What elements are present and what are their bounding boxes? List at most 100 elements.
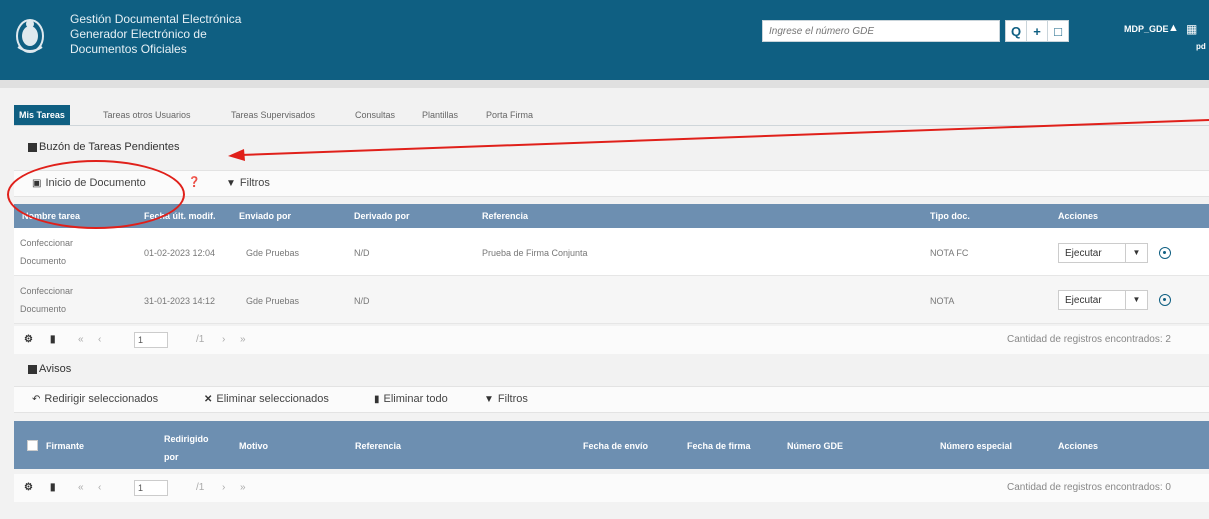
collapse-icon bbox=[28, 142, 37, 152]
col-redirigido-por[interactable]: Redirigido por bbox=[164, 430, 209, 466]
col-tipo-doc[interactable]: Tipo doc. bbox=[930, 211, 970, 221]
app-title-line-1: Gestión Documental Electrónica bbox=[70, 12, 242, 26]
header-separator bbox=[0, 80, 1209, 88]
document-button[interactable]: □ bbox=[1047, 20, 1069, 42]
records-count: Cantidad de registros encontrados: 0 bbox=[1007, 482, 1171, 493]
tasks-filter-label: Filtros bbox=[239, 177, 270, 189]
action-select-value: Ejecutar bbox=[1065, 248, 1102, 259]
user-icon[interactable]: ▲ bbox=[1168, 22, 1179, 34]
tab-tareas-supervisados[interactable]: Tareas Supervisados bbox=[231, 105, 315, 125]
tasks-table-header: Nombre tarea Fecha últ. modif. Enviado p… bbox=[14, 204, 1209, 228]
settings-gear-icon[interactable]: ⚙ bbox=[24, 334, 33, 345]
avisos-filter-label: Filtros bbox=[497, 393, 528, 405]
col-redirigido-line-1: Redirigido bbox=[164, 434, 209, 444]
table-row: Confeccionar Documento 01-02-2023 12:04 … bbox=[14, 228, 1209, 276]
app-title: Gestión Documental Electrónica Generador… bbox=[70, 12, 241, 57]
first-page-icon[interactable]: « bbox=[78, 482, 84, 493]
total-pages: /1 bbox=[196, 334, 205, 345]
col-firmante[interactable]: Firmante bbox=[46, 441, 84, 451]
last-page-icon[interactable]: » bbox=[240, 334, 246, 345]
trash-icon: ▮ bbox=[374, 393, 380, 405]
next-page-icon[interactable]: › bbox=[222, 334, 225, 345]
avisos-section-toggle[interactable]: Avisos bbox=[28, 363, 71, 375]
prev-page-icon[interactable]: ‹ bbox=[98, 482, 101, 493]
col-fecha-firma[interactable]: Fecha de firma bbox=[687, 441, 751, 451]
avisos-filter-button[interactable]: ▼ Filtros bbox=[484, 393, 528, 405]
col-referencia[interactable]: Referencia bbox=[482, 211, 528, 221]
task-derivado: N/D bbox=[354, 248, 370, 258]
add-button[interactable]: + bbox=[1026, 20, 1048, 42]
task-doc-type: NOTA bbox=[930, 296, 955, 306]
task-name-line-1: Confeccionar bbox=[20, 238, 74, 248]
table-row: Confeccionar Documento 31-01-2023 14:12 … bbox=[14, 276, 1209, 324]
col-referencia[interactable]: Referencia bbox=[355, 441, 401, 451]
app-title-line-2: Generador Electrónico de bbox=[70, 27, 207, 41]
col-motivo[interactable]: Motivo bbox=[239, 441, 268, 451]
task-sender: Gde Pruebas bbox=[246, 296, 300, 306]
task-name-line-1: Confeccionar bbox=[20, 286, 74, 296]
tab-consultas[interactable]: Consultas bbox=[355, 105, 395, 125]
gde-number-search-input[interactable] bbox=[762, 20, 1000, 42]
task-reference: Prueba de Firma Conjunta bbox=[482, 248, 588, 258]
tab-tareas-otros-usuarios[interactable]: Tareas otros Usuarios bbox=[103, 105, 191, 125]
records-count: Cantidad de registros encontrados: 2 bbox=[1007, 334, 1171, 345]
national-emblem-icon bbox=[16, 19, 44, 53]
action-select[interactable]: Ejecutar ▼ bbox=[1058, 243, 1148, 263]
plus-icon: + bbox=[1033, 23, 1041, 39]
avisos-toolbar: ↶ Redirigir seleccionados ✕ Eliminar sel… bbox=[14, 386, 1209, 413]
user-subtitle: pd bbox=[1196, 42, 1206, 51]
search-icon: Q bbox=[1010, 23, 1022, 39]
username[interactable]: MDP_GDE bbox=[1124, 24, 1169, 34]
collapse-icon bbox=[28, 364, 37, 374]
col-acciones[interactable]: Acciones bbox=[1058, 211, 1098, 221]
tasks-section-toggle[interactable]: Buzón de Tareas Pendientes bbox=[28, 141, 179, 153]
export-document-icon[interactable]: ▮ bbox=[50, 334, 56, 345]
first-page-icon[interactable]: « bbox=[78, 334, 84, 345]
apps-grid-icon[interactable]: ▦ bbox=[1186, 22, 1197, 36]
action-select-value: Ejecutar bbox=[1065, 295, 1102, 306]
execute-circle-icon[interactable] bbox=[1159, 247, 1171, 259]
col-acciones[interactable]: Acciones bbox=[1058, 441, 1098, 451]
app-title-line-3: Documentos Oficiales bbox=[70, 42, 187, 56]
col-derivado-por[interactable]: Derivado por bbox=[354, 211, 410, 221]
col-numero-especial[interactable]: Número especial bbox=[940, 441, 1012, 451]
avisos-pager: ⚙ ▮ « ‹ 1 /1 › » Cantidad de registros e… bbox=[14, 474, 1209, 502]
tab-plantillas[interactable]: Plantillas bbox=[422, 105, 458, 125]
app-header: Gestión Documental Electrónica Generador… bbox=[0, 0, 1209, 80]
execute-circle-icon[interactable] bbox=[1159, 294, 1171, 306]
task-doc-type: NOTA FC bbox=[930, 248, 969, 258]
col-numero-gde[interactable]: Número GDE bbox=[787, 441, 843, 451]
page-number-input[interactable]: 1 bbox=[134, 332, 168, 348]
last-page-icon[interactable]: » bbox=[240, 482, 246, 493]
close-icon: ✕ bbox=[204, 393, 213, 405]
filter-icon: ▼ bbox=[226, 177, 236, 189]
col-redirigido-line-2: por bbox=[164, 452, 179, 462]
redirigir-label: Redirigir seleccionados bbox=[44, 393, 159, 405]
eliminar-seleccionados-button[interactable]: ✕ Eliminar seleccionados bbox=[204, 393, 329, 405]
tab-mis-tareas[interactable]: Mis Tareas bbox=[14, 105, 70, 125]
tab-porta-firma[interactable]: Porta Firma bbox=[486, 105, 533, 125]
help-button[interactable]: ❓ bbox=[188, 177, 200, 188]
col-enviado-por[interactable]: Enviado por bbox=[239, 211, 291, 221]
reply-arrow-icon: ↶ bbox=[32, 393, 41, 405]
page-number-input[interactable]: 1 bbox=[134, 480, 168, 496]
prev-page-icon[interactable]: ‹ bbox=[98, 334, 101, 345]
task-name-line-2: Documento bbox=[20, 256, 67, 266]
eliminar-seleccionados-label: Eliminar seleccionados bbox=[216, 393, 329, 405]
eliminar-todo-button[interactable]: ▮ Eliminar todo bbox=[374, 393, 448, 405]
search-button[interactable]: Q bbox=[1005, 20, 1027, 42]
chevron-down-icon: ▼ bbox=[1125, 291, 1147, 309]
action-select[interactable]: Ejecutar ▼ bbox=[1058, 290, 1148, 310]
settings-gear-icon[interactable]: ⚙ bbox=[24, 482, 33, 493]
tabs-divider bbox=[14, 125, 1209, 126]
filter-icon: ▼ bbox=[484, 393, 494, 405]
eliminar-todo-label: Eliminar todo bbox=[383, 393, 448, 405]
select-all-checkbox[interactable] bbox=[27, 440, 38, 451]
next-page-icon[interactable]: › bbox=[222, 482, 225, 493]
col-fecha-envio[interactable]: Fecha de envío bbox=[583, 441, 648, 451]
tasks-section-title: Buzón de Tareas Pendientes bbox=[39, 141, 180, 153]
export-document-icon[interactable]: ▮ bbox=[50, 482, 56, 493]
avisos-table-header: Firmante Redirigido por Motivo Referenci… bbox=[14, 421, 1209, 469]
redirigir-button[interactable]: ↶ Redirigir seleccionados bbox=[32, 393, 158, 405]
tasks-filter-button[interactable]: ▼ Filtros bbox=[226, 177, 270, 189]
